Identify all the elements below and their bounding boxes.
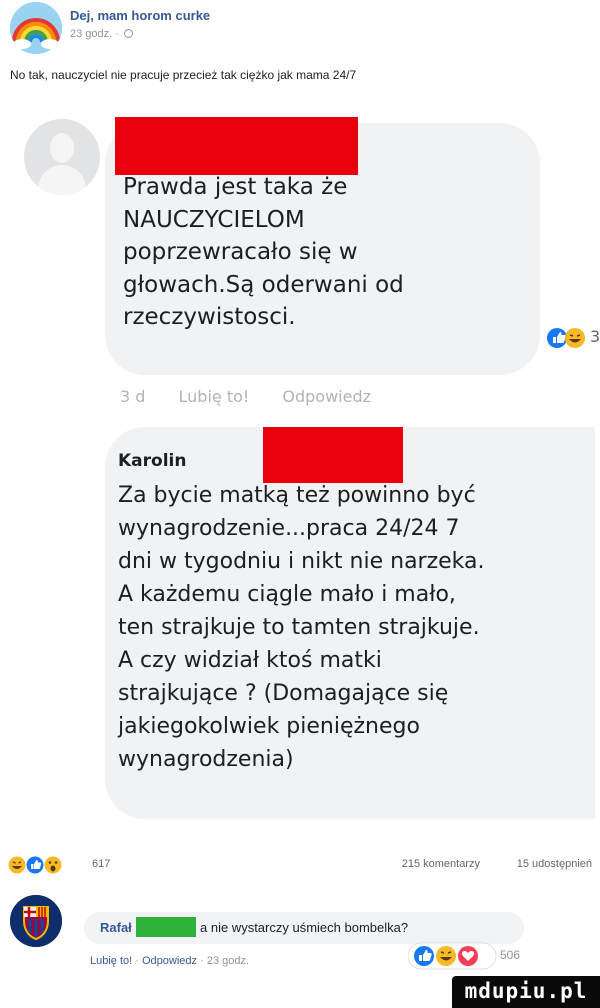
comment-1-text: Prawda jest taka że NAUCZYCIELOM poprzew… [123,171,404,334]
comment-1-line: poprzewracało się w [123,239,358,265]
rainbow-icon [10,2,62,54]
rafal-comment-time[interactable]: 23 godz. [207,955,249,967]
haha-like-wow-reaction-icons [8,856,62,874]
comment-1-reaction-count: 3 [590,327,600,346]
like-haha-love-reaction-icons [407,942,497,970]
post-reaction-count[interactable]: 617 [92,858,110,870]
rafal-comment-text: a nie wystarczy uśmiech bombelka? [200,920,409,935]
commenter-avatar [24,119,100,195]
site-watermark: mdupiu.pl [452,976,600,1008]
comment-1-line: głowach.Są oderwani od [123,271,404,298]
post-header: Dej, mam horom curke 23 godz. · [10,2,590,54]
post-caption: No tak, nauczyciel nie pracuje przecież … [10,68,357,82]
comment-1-age: 3 d [120,387,146,406]
fc-barcelona-crest-icon [10,895,62,947]
redaction-box-1 [115,117,358,175]
comment-2-line: jakiegokolwiek pieniężnego [118,714,420,739]
comment-2-text: Za bycie matką też powinno być wynagrodz… [118,479,485,776]
comment-1-line: Prawda jest taka że [123,174,348,200]
comment-2-line: A każdemu ciągle mało i mało, [118,582,456,607]
rafal-reply-link[interactable]: Odpowiedz [142,955,197,967]
page-name[interactable]: Dej, mam horom curke [70,8,210,23]
comment-count[interactable]: 215 komentarzy [402,858,480,870]
comment-1-reactions: 3 [547,327,600,349]
redaction-box-2 [263,427,403,483]
watermark-text: mdupiu.pl [464,979,588,1003]
rafal-name-redaction [136,917,196,937]
rafal-reaction-count: 506 [500,948,521,962]
page-avatar[interactable] [10,2,62,54]
comment-2-line: A czy widział ktoś matki [118,648,382,673]
rafal-comment-actions: Lubię to! · Odpowiedz · 23 godz. [90,955,249,967]
comment-2-author: Karolin [118,451,187,471]
rafal-like-link[interactable]: Lubię to! [90,955,132,967]
comment-2-line: Za bycie matką też powinno być [118,483,476,508]
rafal-author-name[interactable]: Rafał [100,920,132,935]
post-reaction-icons[interactable] [8,855,64,875]
comment-2-line: wynagrodzenie...praca 24/24 7 [118,516,460,541]
globe-icon [123,29,133,38]
comment-2-line: strajkujące ? (Domagające się [118,681,449,706]
shared-screenshot-image[interactable]: Prawda jest taka że NAUCZYCIELOM poprzew… [0,105,600,825]
post-time[interactable]: 23 godz. · [70,28,119,40]
rafal-avatar[interactable] [10,895,62,947]
comment-2-line: dni w tygodniu i nikt nie narzeka. [118,549,485,574]
comment-1-line: rzeczywistosci. [123,304,296,330]
comment-2-line: wynagrodzenia) [118,747,294,772]
comment-1-actions: 3 d Lubię to! Odpowiedz [120,387,399,406]
rafal-comment-reactions[interactable]: 506 [407,942,548,970]
comment-1-like-link: Lubię to! [178,387,250,406]
separator: · [135,955,142,967]
share-count[interactable]: 15 udostępnień [517,858,592,870]
comment-1-line: NAUCZYCIELOM [123,206,305,233]
avatar-head-shape [50,133,74,163]
comment-2-line: ten strajkuje to tamten strajkuje. [118,615,480,640]
separator: · [200,955,207,967]
comment-1-reply-link: Odpowiedz [282,387,372,406]
avatar-shoulders-shape [38,165,86,195]
reactions-bar: 617 215 komentarzy 15 udostępnień [8,855,592,875]
post-meta: 23 godz. · [70,28,133,40]
